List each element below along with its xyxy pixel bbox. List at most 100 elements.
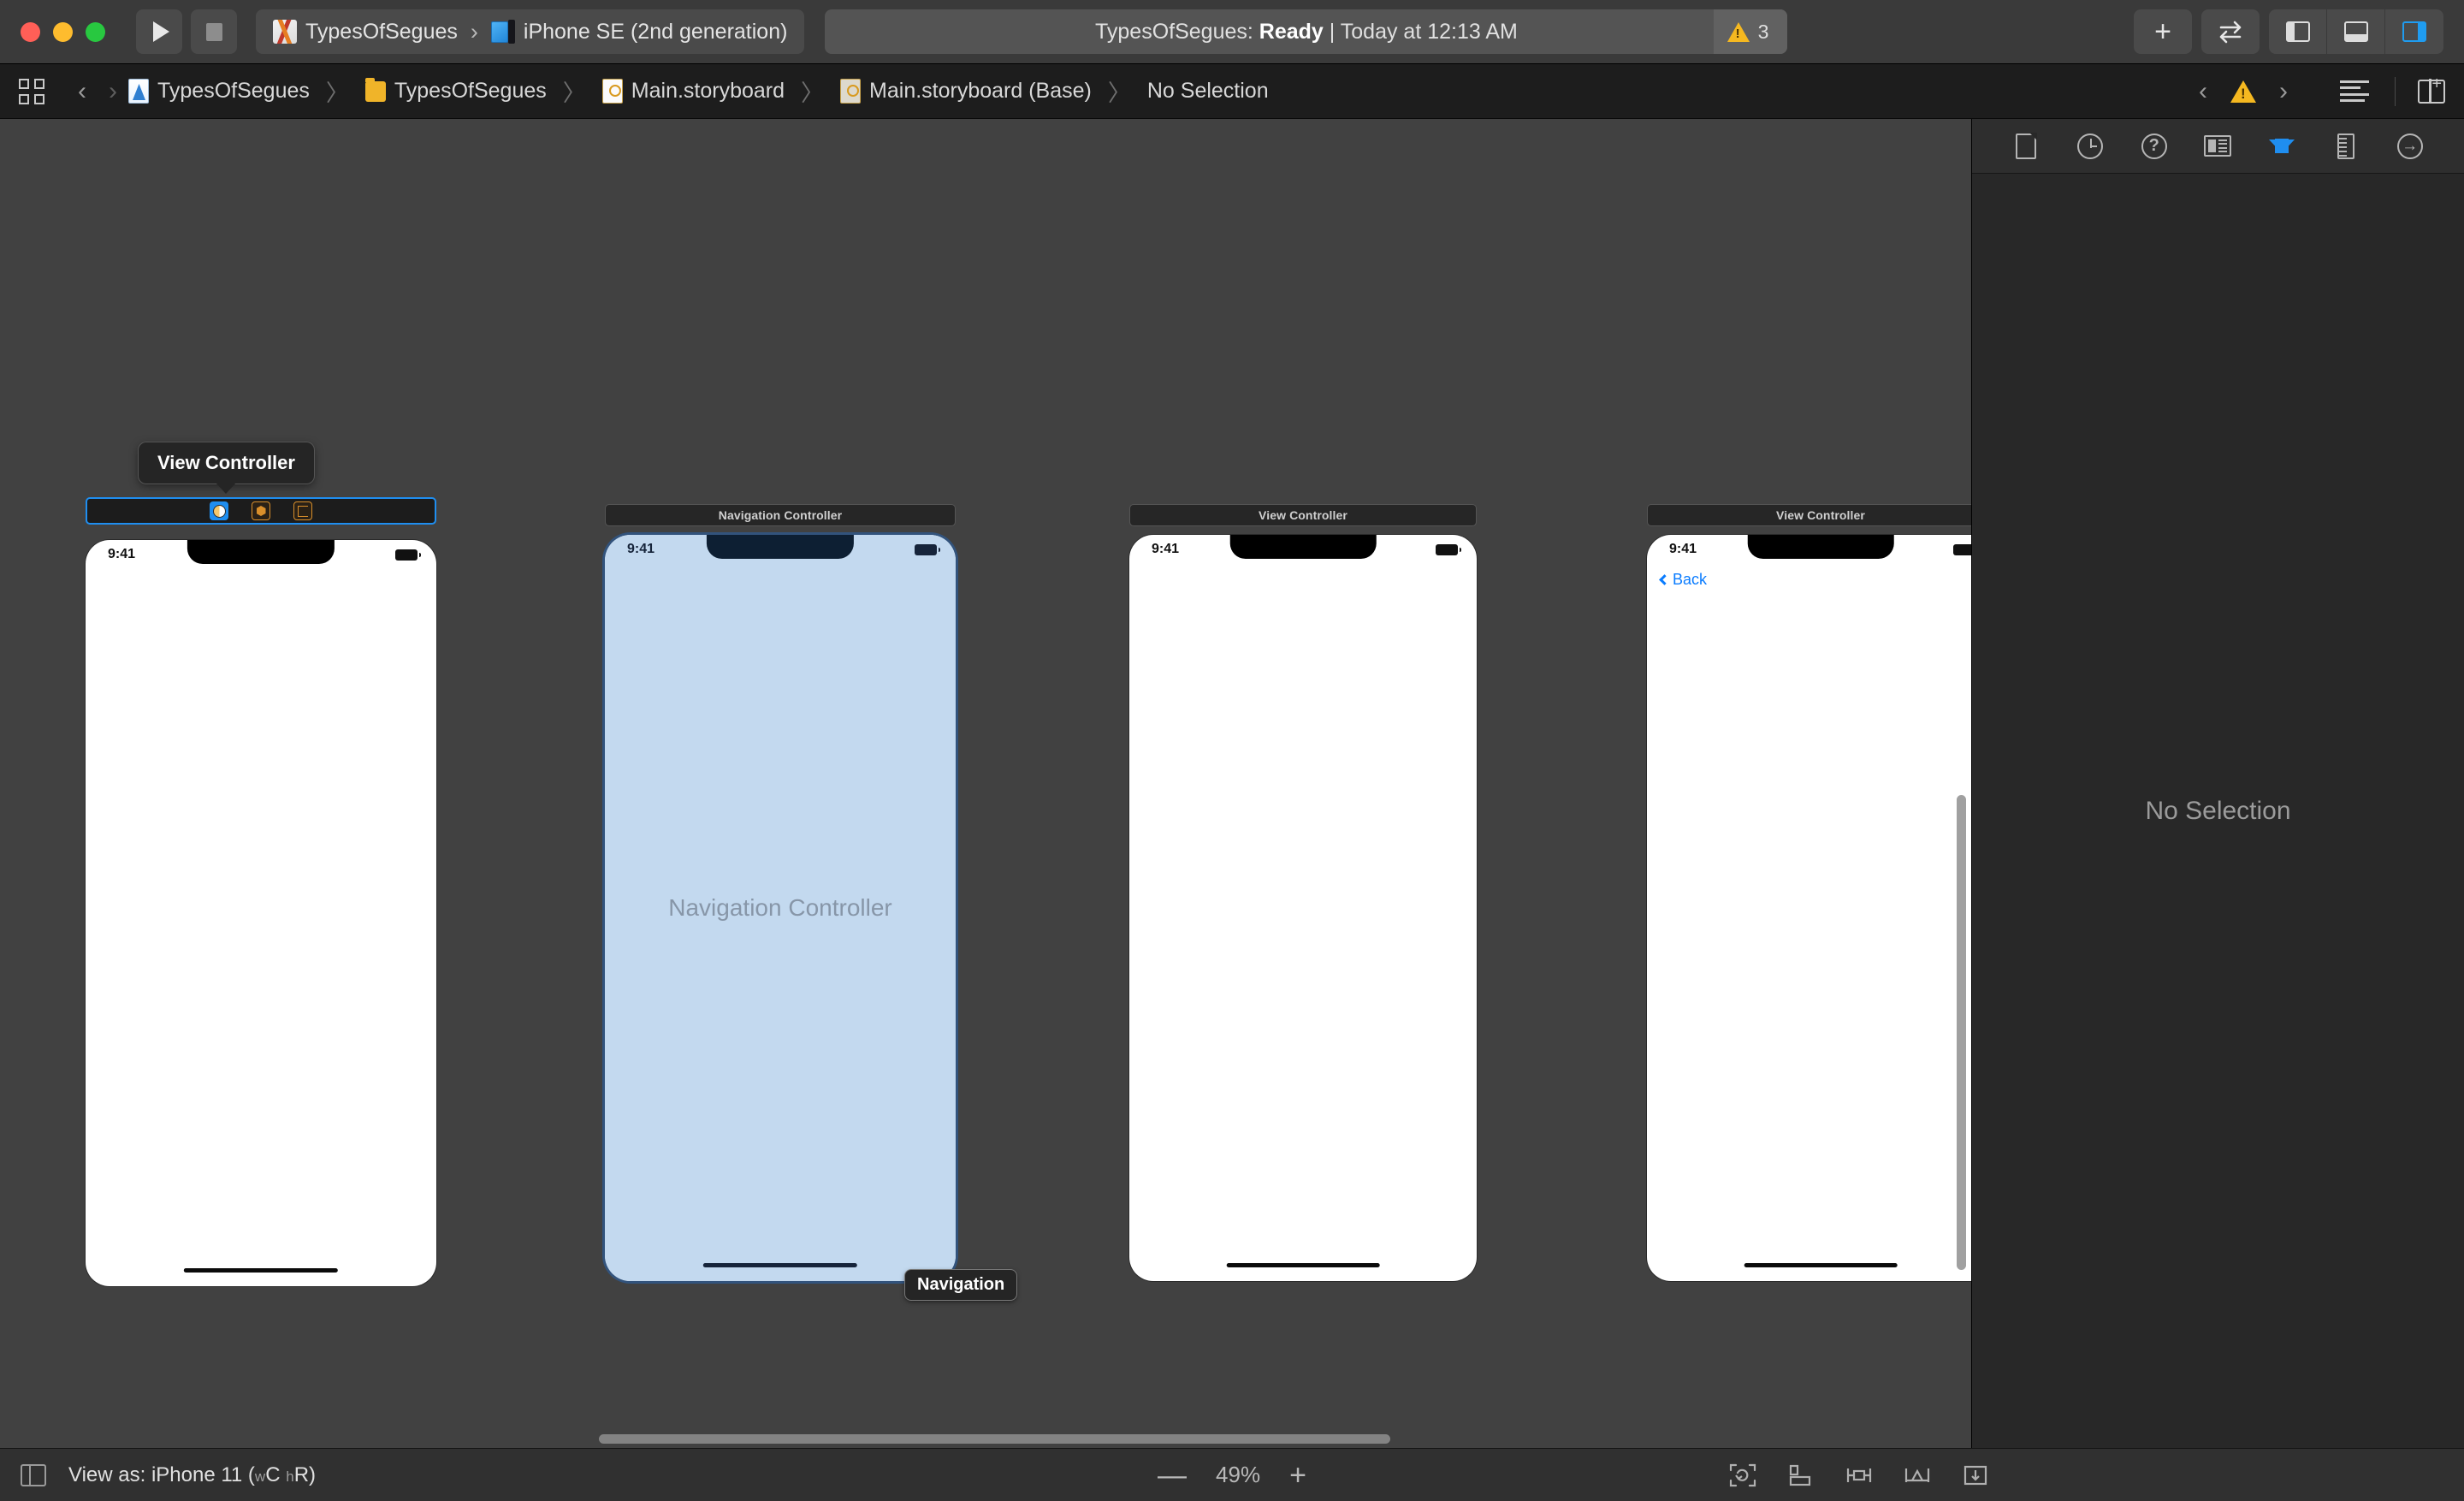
breadcrumb: TypesOfSegues 〉 TypesOfSegues 〉 Main.sto… [128, 74, 1269, 108]
canvas-horizontal-scrollbar[interactable] [0, 1433, 1971, 1445]
toggle-navigator-button[interactable] [2269, 9, 2327, 54]
resolve-issues-icon[interactable] [1961, 1462, 1990, 1488]
device-preview[interactable]: 9:41 Back [1647, 535, 1971, 1281]
add-assistant-editor-icon[interactable] [2418, 75, 2445, 104]
run-button[interactable] [136, 9, 182, 54]
navigate-button[interactable] [2201, 9, 2260, 54]
play-icon [153, 21, 169, 42]
home-indicator [183, 1268, 339, 1273]
scene-title-label[interactable]: View Controller [1647, 504, 1971, 526]
issue-counter[interactable]: 3 [1713, 9, 1788, 54]
divider [2395, 76, 2396, 106]
scene-title-label[interactable]: View Controller [1129, 504, 1477, 526]
width-class: C [265, 1462, 281, 1486]
xcode-project-icon [273, 20, 297, 44]
xcode-window: TypesOfSegues › iPhone SE (2nd generatio… [0, 0, 2464, 1501]
zoom-out-button[interactable]: — [1158, 1461, 1187, 1490]
warning-icon [1727, 21, 1750, 42]
breadcrumb-item-selection[interactable]: No Selection [1147, 79, 1269, 104]
scene-dock[interactable] [86, 497, 436, 525]
toolbar-right-group: + [2134, 9, 2443, 54]
toggle-debug-area-button[interactable] [2327, 9, 2385, 54]
history-inspector-tab[interactable] [2070, 128, 2110, 164]
drop-badge-label: Navigation [917, 1275, 1005, 1294]
project-icon [128, 79, 149, 104]
editor-area: 9:41 View Controller Navigation Controll… [0, 119, 2464, 1448]
inspector-content: No Selection [1972, 174, 2464, 1448]
size-inspector-tab[interactable] [2326, 128, 2366, 164]
file-inspector-icon [2016, 133, 2037, 159]
notch [1229, 535, 1377, 559]
activity-status-bar[interactable]: TypesOfSegues: Ready | Today at 12:13 AM… [825, 9, 1788, 54]
scrollbar-thumb[interactable] [599, 1434, 1390, 1444]
embed-in-icon[interactable] [1786, 1462, 1815, 1488]
next-issue-button[interactable]: › [2268, 77, 2299, 106]
zoom-in-button[interactable]: + [1289, 1461, 1306, 1490]
breadcrumb-item-base[interactable]: Main.storyboard (Base) [869, 79, 1092, 104]
scene-view-controller-1[interactable]: 9:41 [86, 497, 436, 1286]
breadcrumb-separator: 〉 [801, 80, 825, 106]
storyboard-icon [601, 79, 623, 104]
previous-issue-button[interactable]: ‹ [2188, 77, 2218, 106]
canvas-vertical-scrollbar[interactable] [1957, 119, 1968, 1448]
jump-bar-right-group: ‹ › [2188, 75, 2445, 106]
folder-icon [364, 77, 386, 102]
inspector-empty-state: No Selection [2145, 796, 2291, 825]
toggle-inspectors-button[interactable] [2385, 9, 2443, 54]
swap-arrows-icon [2219, 21, 2242, 44]
file-inspector-tab[interactable] [2006, 128, 2046, 164]
minimap-icon[interactable] [2340, 80, 2369, 103]
update-frames-icon[interactable] [1728, 1462, 1757, 1488]
warning-icon[interactable] [2230, 80, 2256, 103]
add-constraints-icon[interactable] [1903, 1462, 1932, 1488]
related-items-icon[interactable] [19, 78, 44, 104]
battery-icon [1436, 543, 1461, 555]
scrollbar-thumb[interactable] [1957, 795, 1966, 1270]
device-preview[interactable]: 9:41 [1129, 535, 1477, 1281]
breadcrumb-separator: 〉 [562, 80, 586, 106]
go-forward-button[interactable]: › [98, 77, 128, 106]
zoom-controls: — 49% + [1158, 1461, 1306, 1490]
connections-inspector-tab[interactable]: → [2390, 128, 2430, 164]
scene-view-controller-3[interactable]: View Controller 9:41 Back [1647, 504, 1971, 1281]
back-button[interactable]: Back [1647, 561, 1971, 596]
quick-help-icon: ? [2141, 133, 2167, 159]
add-editor-button[interactable]: + [2134, 9, 2192, 54]
device-preview[interactable]: 9:41 Title Navigation Controller [605, 535, 956, 1281]
connection-drag-line [0, 119, 257, 247]
home-indicator [702, 1263, 858, 1267]
close-window-button[interactable] [21, 21, 40, 42]
height-class: R [293, 1462, 310, 1486]
attributes-inspector-tab[interactable] [2262, 128, 2301, 164]
window-toolbar: TypesOfSegues › iPhone SE (2nd generatio… [0, 0, 2464, 64]
battery-icon [915, 543, 940, 555]
breadcrumb-item-storyboard[interactable]: Main.storyboard [631, 79, 785, 104]
storyboard-canvas[interactable]: 9:41 View Controller Navigation Controll… [0, 119, 1972, 1448]
zoom-window-button[interactable] [86, 21, 105, 42]
minimize-window-button[interactable] [53, 21, 73, 42]
quick-help-tab[interactable]: ? [2135, 128, 2174, 164]
breadcrumb-separator: 〉 [325, 80, 349, 106]
align-icon[interactable] [1845, 1462, 1874, 1488]
breadcrumb-item-project[interactable]: TypesOfSegues [157, 79, 310, 104]
zoom-level-label[interactable]: 49% [1216, 1462, 1260, 1488]
scene-title-label[interactable]: Navigation Controller [605, 504, 956, 526]
go-back-button[interactable]: ‹ [67, 77, 98, 106]
scheme-selector[interactable]: TypesOfSegues › iPhone SE (2nd generatio… [256, 9, 805, 54]
attributes-inspector-icon [2269, 138, 2295, 153]
breadcrumb-item-group[interactable]: TypesOfSegues [394, 79, 547, 104]
stop-button[interactable] [191, 9, 237, 54]
identity-inspector-tab[interactable] [2198, 128, 2237, 164]
notch [706, 535, 855, 559]
exit-icon[interactable] [293, 501, 312, 520]
scene-navigation-controller[interactable]: Navigation Controller 9:41 Title Navigat… [605, 504, 956, 1281]
home-indicator [1744, 1263, 1898, 1267]
first-responder-icon[interactable] [252, 501, 270, 520]
status-time: 9:41 [108, 547, 136, 561]
view-as-label[interactable]: View as: iPhone 11 (wC hR) [68, 1463, 316, 1487]
scene-view-controller-2[interactable]: View Controller 9:41 [1129, 504, 1477, 1281]
view-controller-icon[interactable] [210, 501, 228, 520]
toggle-document-outline-icon[interactable] [21, 1463, 46, 1486]
device-preview[interactable]: 9:41 [86, 540, 436, 1286]
size-inspector-icon [2337, 133, 2354, 159]
